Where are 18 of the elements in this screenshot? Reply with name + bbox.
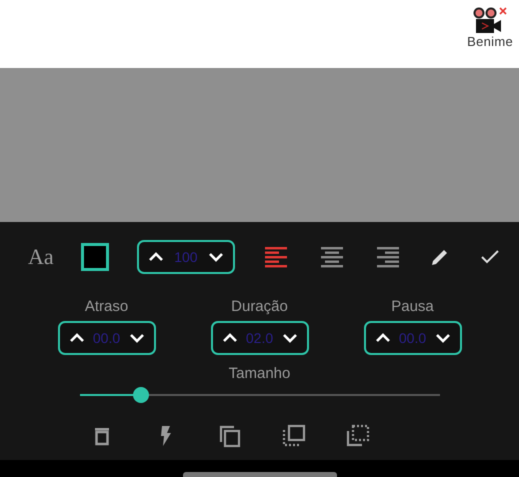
layer-back-icon[interactable] <box>344 423 370 449</box>
layer-front-icon[interactable] <box>280 423 306 449</box>
stepper-value: 02.0 <box>244 330 274 346</box>
timing-label: Duração <box>231 298 288 315</box>
timing-label: Pausa <box>391 298 434 315</box>
size-stepper[interactable]: 100 <box>136 240 235 274</box>
stepper-value: 00.0 <box>398 330 428 346</box>
timing-stepper[interactable]: 00.0 <box>58 321 156 355</box>
timing-stepper[interactable]: 02.0 <box>210 321 308 355</box>
slider-label: Tamanho <box>228 365 290 382</box>
timing-label: Atraso <box>84 298 128 315</box>
stepper-value: 100 <box>173 249 199 265</box>
slider-thumb[interactable] <box>132 387 149 403</box>
brand-name: Benime <box>467 34 513 49</box>
color-swatch[interactable] <box>81 243 110 271</box>
timing-stepper[interactable]: 00.0 <box>364 321 462 355</box>
stepper-value: 00.0 <box>92 330 122 346</box>
font-button[interactable]: Aa <box>28 244 54 270</box>
